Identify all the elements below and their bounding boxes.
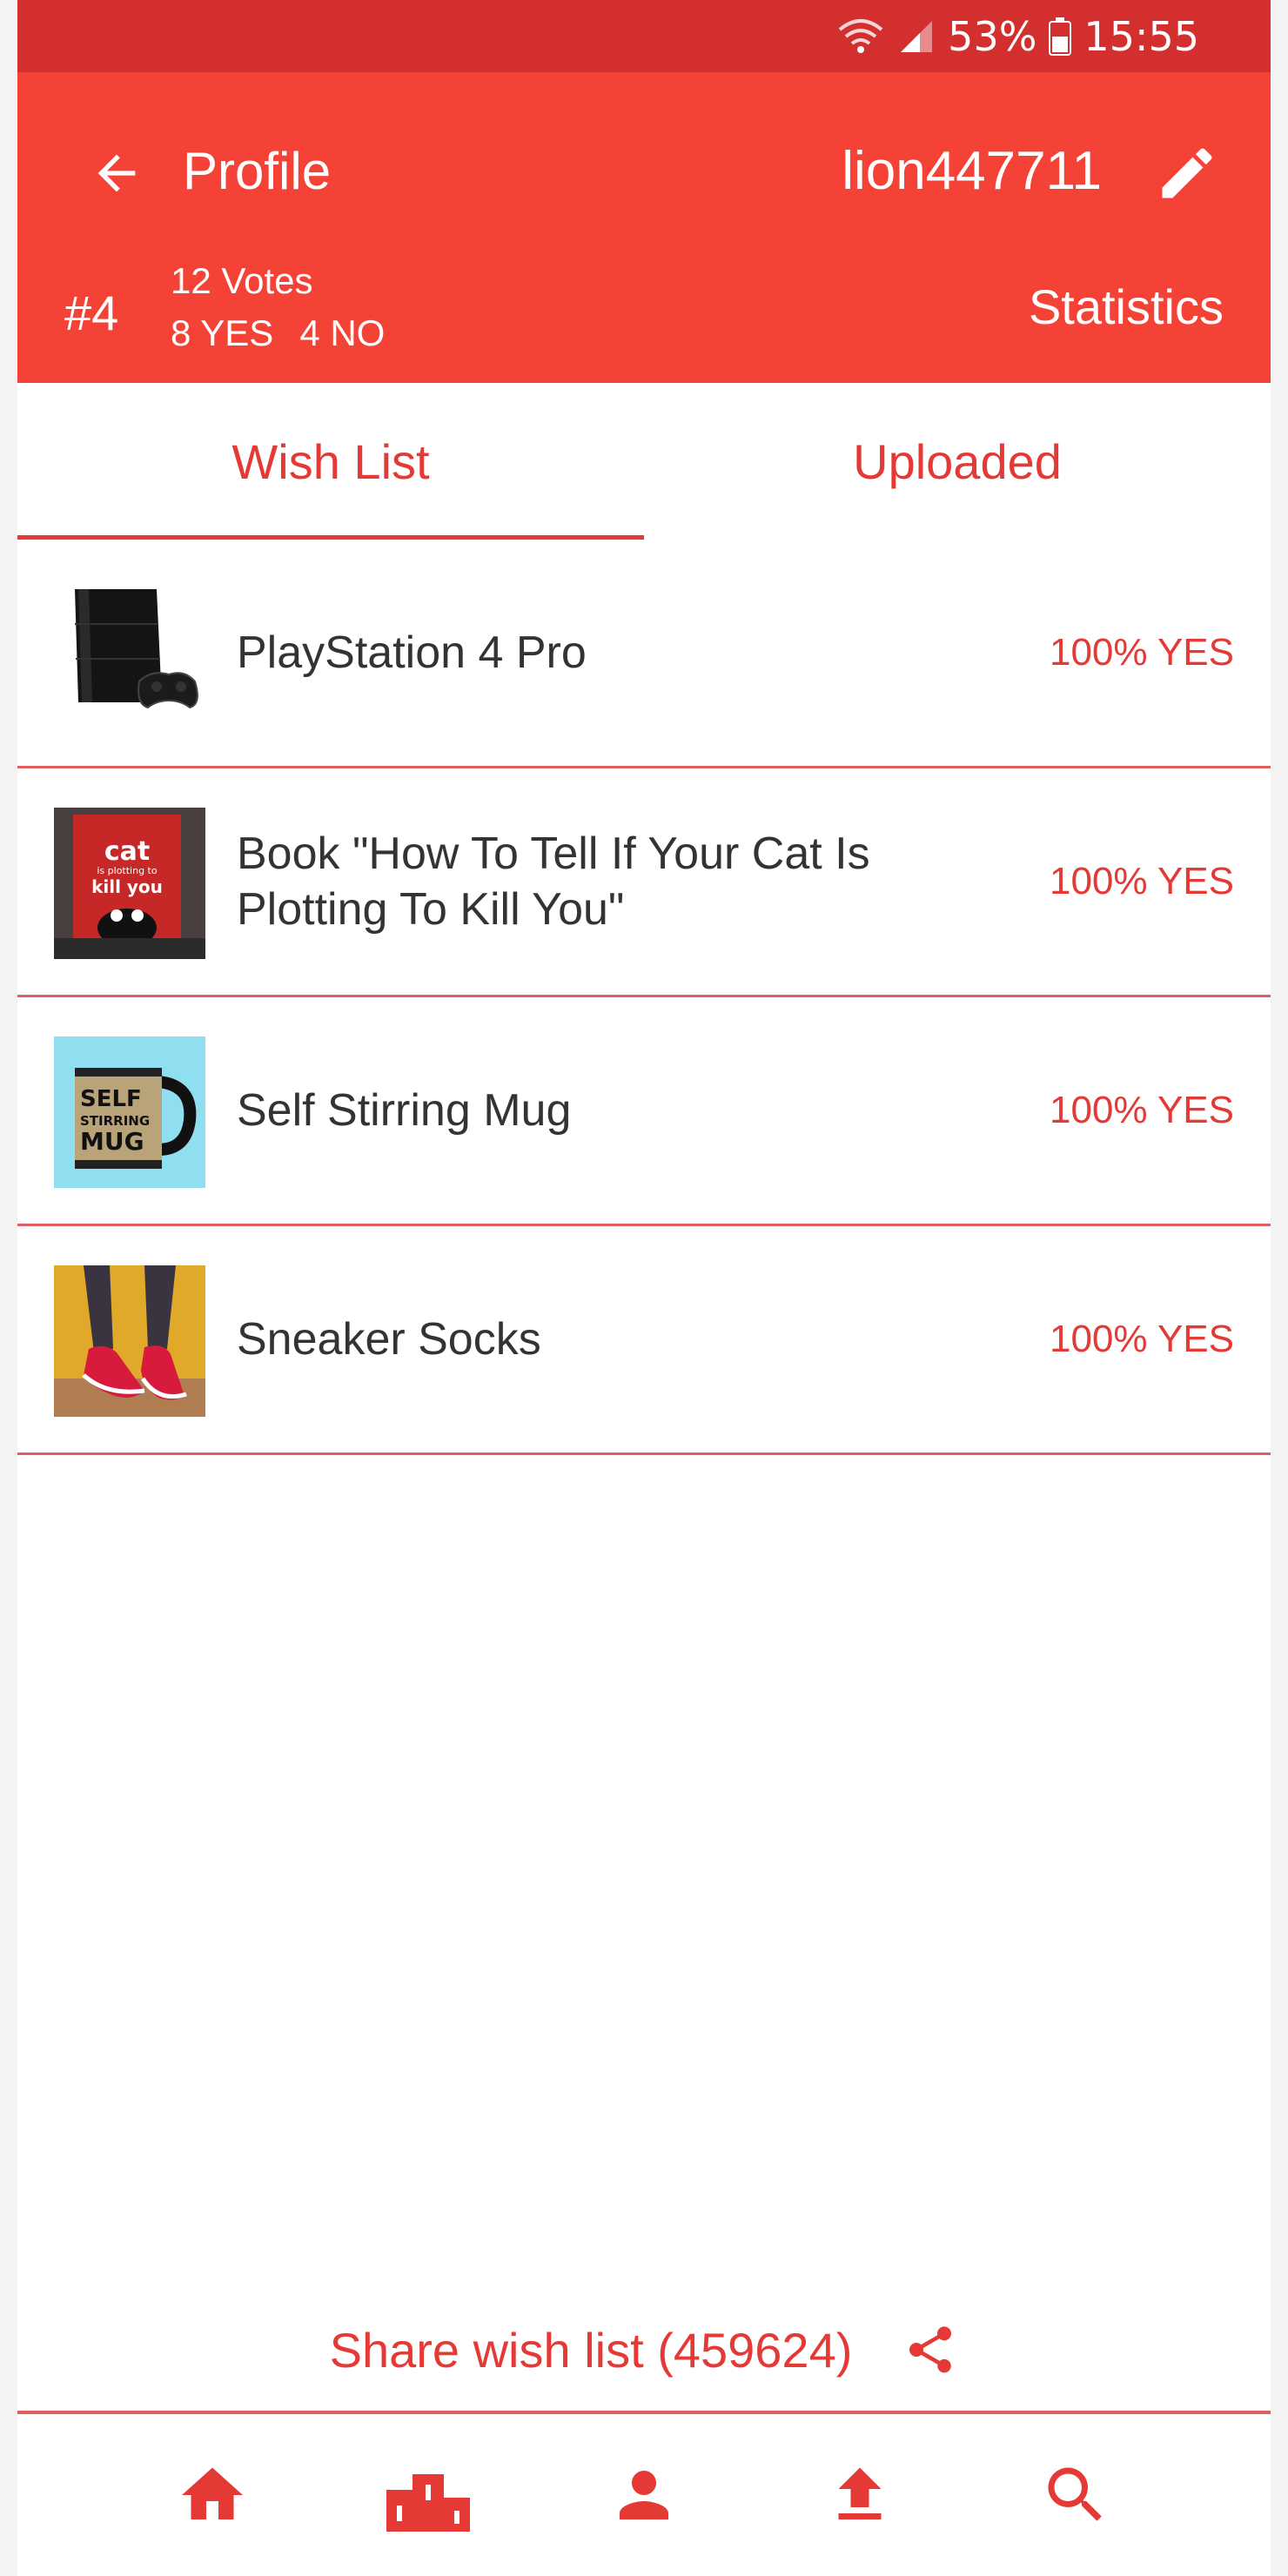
arrow-back-icon bbox=[97, 154, 136, 192]
nav-leaderboard-button[interactable] bbox=[376, 2443, 480, 2547]
nav-profile-button[interactable] bbox=[592, 2443, 696, 2547]
item-vote-percent: 100% YES bbox=[1049, 1318, 1234, 1360]
item-name: PlayStation 4 Pro bbox=[237, 627, 587, 678]
item-vote-percent: 100% YES bbox=[1049, 1089, 1234, 1131]
item-name: Book "How To Tell If Your Cat Is Plottin… bbox=[237, 828, 870, 935]
home-icon bbox=[182, 2467, 243, 2519]
nav-search-button[interactable] bbox=[1023, 2443, 1128, 2547]
upload-icon bbox=[838, 2467, 882, 2519]
tab-wish-list[interactable]: Wish List bbox=[17, 383, 644, 540]
list-item[interactable]: SELF STIRRING MUG Self Stirring Mug 100%… bbox=[17, 997, 1271, 1226]
item-name: Self Stirring Mug bbox=[237, 1085, 572, 1136]
share-label: Share wish list (459624) bbox=[329, 2322, 853, 2378]
statistics-button[interactable]: Statistics bbox=[1029, 265, 1224, 349]
book-cover-word: cat bbox=[104, 836, 150, 867]
share-wish-list[interactable]: Share wish list (459624) bbox=[17, 2289, 1271, 2411]
votes-count: 12 Votes bbox=[171, 260, 313, 301]
mug-word-3: MUG bbox=[80, 1127, 144, 1156]
vote-summary: 12 Votes 8 YES 4 NO bbox=[171, 255, 411, 359]
tab-uploaded[interactable]: Uploaded bbox=[644, 383, 1271, 540]
list-item[interactable]: PlayStation 4 Pro 100% YES bbox=[17, 540, 1271, 768]
profile-icon bbox=[620, 2471, 668, 2519]
playstation-thumbnail bbox=[54, 579, 205, 730]
rank: #4 bbox=[64, 285, 119, 340]
book-cover-title: kill you bbox=[91, 876, 163, 897]
list-item[interactable]: cat is plotting to kill you Book "How To… bbox=[17, 768, 1271, 997]
search-icon bbox=[1048, 2467, 1102, 2521]
item-vote-percent: 100% YES bbox=[1049, 860, 1234, 902]
profile-tabs: Wish List Uploaded bbox=[17, 383, 1271, 540]
item-name: Sneaker Socks bbox=[237, 1314, 541, 1365]
back-button[interactable] bbox=[68, 124, 165, 222]
bottom-navigation bbox=[17, 2414, 1271, 2576]
screen: 53% 15:55 Profile lion447711 #4 12 Votes bbox=[17, 0, 1271, 2576]
nav-home-button[interactable] bbox=[160, 2443, 265, 2547]
list-item[interactable]: Sneaker Socks 100% YES bbox=[17, 1226, 1271, 1455]
page-title: Profile bbox=[183, 142, 332, 200]
book-thumbnail: cat is plotting to kill you bbox=[54, 808, 205, 959]
share-icon bbox=[909, 2326, 952, 2373]
yes-count: 8 YES bbox=[171, 312, 274, 353]
yes-no-counts: 8 YES 4 NO bbox=[171, 307, 411, 359]
wifi-icon bbox=[836, 17, 885, 56]
clock: 15:55 bbox=[1083, 12, 1199, 60]
wish-list: PlayStation 4 Pro 100% YES cat is plotti… bbox=[17, 540, 1271, 1455]
nav-upload-button[interactable] bbox=[808, 2443, 912, 2547]
pencil-icon bbox=[1162, 148, 1212, 198]
profile-header: Profile lion447711 #4 12 Votes 8 YES 4 NO… bbox=[17, 72, 1271, 383]
signal-icon bbox=[897, 17, 936, 56]
leaderboard-icon bbox=[386, 2474, 470, 2532]
mug-word-1: SELF bbox=[80, 1086, 142, 1112]
status-bar: 53% 15:55 bbox=[17, 0, 1271, 72]
no-count: 4 NO bbox=[299, 312, 386, 353]
socks-thumbnail bbox=[54, 1265, 205, 1417]
edit-button[interactable] bbox=[1138, 124, 1236, 222]
book-cover-subtitle: is plotting to bbox=[97, 865, 157, 876]
username: lion447711 bbox=[842, 141, 1102, 201]
mug-thumbnail: SELF STIRRING MUG bbox=[54, 1036, 205, 1188]
battery-icon bbox=[1049, 17, 1072, 56]
item-vote-percent: 100% YES bbox=[1049, 631, 1234, 674]
battery-percent: 53% bbox=[948, 12, 1037, 60]
